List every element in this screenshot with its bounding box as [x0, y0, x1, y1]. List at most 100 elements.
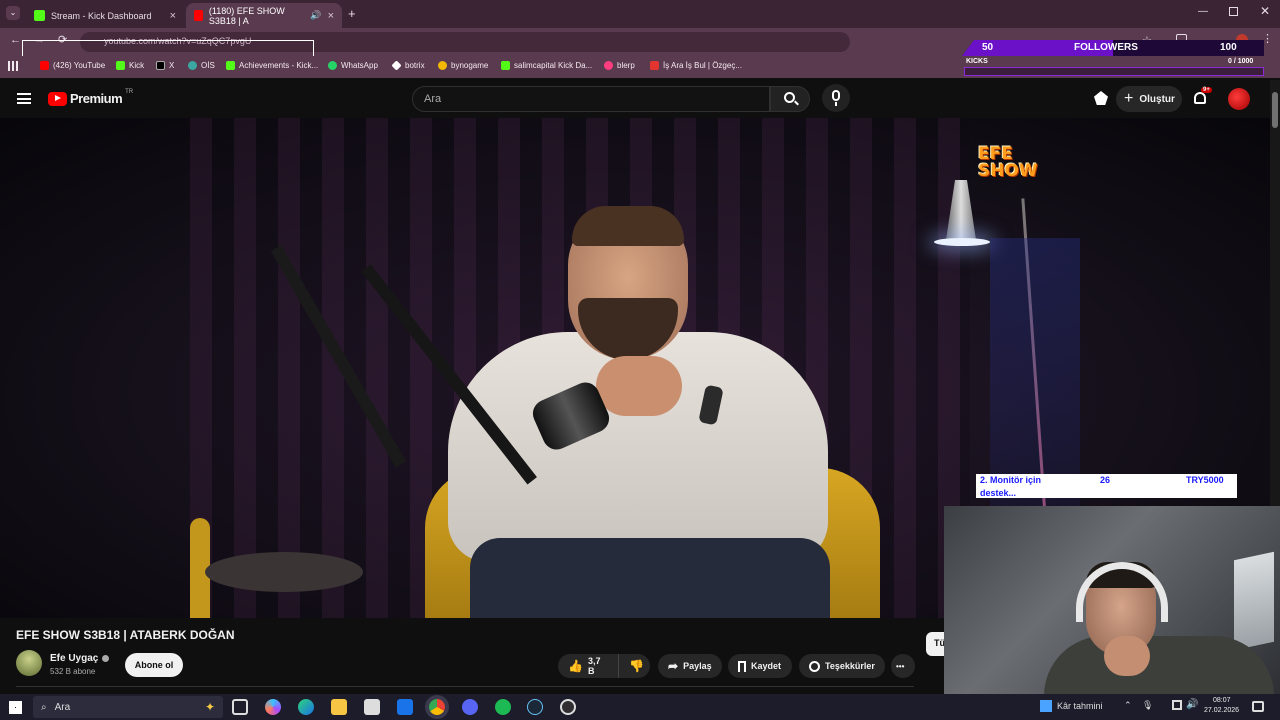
tray-chevron-icon[interactable]: ⌃ [1124, 700, 1132, 711]
subscribe-button[interactable]: Abone ol [125, 653, 183, 677]
lamp-glow [934, 238, 990, 246]
bookmark-youtube[interactable]: (426) YouTube [40, 61, 105, 70]
ois-icon [188, 61, 197, 70]
clock-time[interactable]: 08:07 [1213, 697, 1231, 704]
close-icon[interactable]: × [328, 10, 334, 22]
cast-icon[interactable] [1094, 91, 1108, 105]
window-minimize-icon[interactable]: — [1198, 6, 1208, 17]
guest-hands [596, 356, 682, 416]
weather-icon [1040, 700, 1052, 712]
tab-youtube-video[interactable]: (1180) EFE SHOW S3B18 | A 🔊 × [186, 3, 342, 28]
copilot-icon[interactable] [265, 699, 281, 715]
region-code: TR [125, 88, 134, 95]
network-icon[interactable] [1172, 700, 1182, 710]
donation-amount: TRY5000 [1186, 475, 1224, 485]
tab-search-icon[interactable]: ⌄ [6, 6, 20, 20]
search-icon: ⌕ [41, 701, 47, 713]
donation-count: 26 [1100, 475, 1111, 485]
chrome-icon[interactable] [429, 699, 445, 715]
notifications-button[interactable]: 9+ [1192, 87, 1212, 108]
bookmark-whatsapp[interactable]: WhatsApp [328, 61, 378, 70]
create-button[interactable]: + Oluştur [1116, 86, 1182, 112]
volume-icon[interactable]: 🔊 [1186, 699, 1198, 710]
logo-text: Premium [70, 91, 123, 106]
followers-current: 50 [982, 42, 994, 53]
taskbar-search[interactable]: ⌕ Ara ✦ [33, 696, 223, 718]
notification-badge: 9+ [1201, 87, 1212, 93]
store-icon[interactable] [364, 699, 380, 715]
bynogame-icon [438, 61, 447, 70]
back-icon[interactable]: ← [10, 34, 21, 46]
kicks-value: 0 / 1000 [1228, 58, 1254, 65]
divider [16, 686, 914, 687]
channel-avatar[interactable] [16, 650, 42, 676]
like-button[interactable]: 👍 3,7 B [558, 654, 618, 678]
windows-taskbar: ⌕ Ara ✦ Kâr tahmini ⌃ 🎙 🔊 08:07 27.02.20… [0, 694, 1280, 720]
dislike-button[interactable]: 👎 [618, 654, 650, 678]
youtube-header: Premium TR Ara + Oluştur 9+ [0, 80, 1270, 118]
kick-icon [226, 61, 235, 70]
youtube-logo[interactable]: Premium TR [48, 88, 134, 106]
mail-icon[interactable] [397, 699, 413, 715]
clock-date[interactable]: 27.02.2026 [1204, 707, 1239, 714]
steam-icon[interactable] [527, 699, 543, 715]
webcam-window-light [1234, 551, 1274, 651]
bookmark-salimcapital[interactable]: salimcapital Kick Da... [501, 61, 592, 70]
bookmark-bynogame[interactable]: bynogame [438, 61, 488, 70]
efe-show-logo: EFE SHOW [978, 144, 1038, 181]
kick-icon [501, 61, 510, 70]
apps-grid-icon[interactable] [8, 61, 18, 71]
window-maximize-icon[interactable] [1229, 7, 1238, 16]
search-input[interactable]: Ara [412, 86, 770, 112]
more-actions-button[interactable]: ••• [891, 654, 915, 678]
bookmark-ois[interactable]: OİS [188, 61, 215, 70]
more-icon: ••• [896, 661, 905, 671]
obs-icon[interactable] [560, 699, 576, 715]
bookmark-blerp[interactable]: blerp [604, 61, 635, 70]
donation-goal-widget: 2. Monitör için destek... 26 TRY5000 [976, 474, 1237, 498]
hamburger-menu-icon[interactable] [17, 93, 31, 104]
x-icon [156, 61, 165, 70]
window-close-icon[interactable]: ✕ [1260, 4, 1270, 18]
bookmark-botrix[interactable]: botrix [391, 60, 425, 71]
bookmark-x[interactable]: X [156, 61, 174, 70]
kicks-progress-bar [964, 67, 1264, 76]
tab-label: Stream - Kick Dashboard [51, 10, 152, 21]
task-view-icon[interactable] [232, 699, 248, 715]
plus-icon: + [1124, 90, 1134, 107]
edge-icon[interactable] [298, 699, 314, 715]
spotify-icon[interactable] [495, 699, 511, 715]
bookmark-is-ara[interactable]: İş Ara İş Bul | Özgeç... [650, 61, 742, 70]
discord-icon[interactable] [462, 699, 478, 715]
bookmark-kick[interactable]: Kick [116, 61, 144, 70]
voice-search-button[interactable] [822, 84, 850, 112]
video-title: EFE SHOW S3B18 | ATABERK DOĞAN [16, 628, 235, 642]
microphone-icon [832, 90, 840, 101]
mic-tray-icon[interactable]: 🎙 [1142, 700, 1153, 711]
followers-goal-widget: 50 FOLLOWERS 100 KICKS 0 / 1000 [962, 40, 1264, 78]
bell-icon [1194, 92, 1206, 104]
weather-widget[interactable]: Kâr tahmini [1040, 700, 1103, 712]
new-tab-button[interactable]: + [348, 6, 356, 21]
tab-kick-dashboard[interactable]: Stream - Kick Dashboard × [26, 3, 184, 28]
botrix-icon [391, 60, 402, 71]
kick-icon [116, 61, 125, 70]
verified-icon [102, 655, 110, 662]
bookmark-achievements[interactable]: Achievements - Kick... [226, 61, 318, 70]
search-button[interactable] [770, 86, 810, 112]
close-icon[interactable]: × [170, 10, 176, 22]
youtube-icon [40, 61, 49, 70]
file-explorer-icon[interactable] [331, 699, 347, 715]
streamer-hand [1104, 636, 1150, 676]
share-button[interactable]: ➦ Paylaş [658, 654, 722, 678]
save-button[interactable]: Kaydet [728, 654, 792, 678]
notification-center-icon[interactable] [1252, 701, 1264, 712]
channel-name[interactable]: Efe Uygaç [50, 653, 110, 664]
followers-goal: 100 [1220, 42, 1237, 53]
side-table [205, 552, 363, 592]
windows-start-icon[interactable] [9, 701, 22, 714]
speaker-icon[interactable]: 🔊 [310, 10, 321, 21]
thanks-button[interactable]: Teşekkürler [799, 654, 885, 678]
scrollbar-thumb[interactable] [1272, 92, 1278, 128]
avatar[interactable] [1228, 88, 1250, 110]
